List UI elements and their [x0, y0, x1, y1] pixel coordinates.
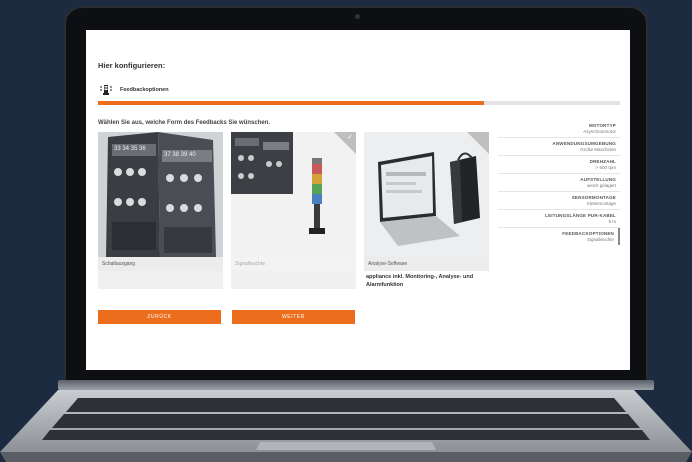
- step-label: Feedbackoptionen: [120, 87, 169, 93]
- relay-numbers-right: 37 38 39 40: [164, 152, 196, 158]
- configuration-summary: MOTORTYP Asynchronmotor ANWENDUNGSUMGEBU…: [498, 120, 620, 245]
- option-label: Schaltausgang: [98, 257, 223, 271]
- summary-value: > 600 rpm: [595, 165, 616, 170]
- summary-value: Signalleuchte: [586, 237, 614, 242]
- configurator-screen: Hier konfigurieren: Feedbackoptionen Wäh: [86, 30, 630, 370]
- progress-bar: [98, 101, 620, 105]
- summary-value: Große Maschinen: [580, 147, 616, 152]
- summary-item-drehzahl[interactable]: DREHZAHL > 600 rpm: [498, 156, 620, 174]
- summary-key: AUFSTELLUNG: [580, 177, 616, 182]
- option-cards: 33 34 35 36 37 38 39 40 Schaltausgang ✓ …: [98, 132, 489, 289]
- summary-item-aufstellung[interactable]: AUFSTELLUNG weich gelagert: [498, 174, 620, 192]
- check-icon: ✓: [347, 134, 353, 141]
- summary-key: SENSORMONTAGE: [571, 195, 616, 200]
- option-card-analyse-software[interactable]: Analyse-Software appliance inkl. Monitor…: [364, 132, 489, 289]
- summary-key: FEEDBACKOPTIONEN: [562, 231, 614, 236]
- summary-key: DREHZAHL: [589, 159, 616, 164]
- laptop-hinge: [58, 380, 654, 390]
- back-button[interactable]: ZURÜCK: [98, 310, 221, 324]
- summary-key: LEITUNGSLÄNGE PUR-KABEL: [545, 213, 616, 218]
- option-card-signalleuchte[interactable]: ✓ Signalleuchte: [231, 132, 356, 289]
- summary-item-leitungslaenge[interactable]: LEITUNGSLÄNGE PUR-KABEL 5 m: [498, 210, 620, 228]
- laptop-keyboard-base: [0, 390, 692, 462]
- laptop-appliance-image: [364, 132, 489, 257]
- summary-item-anwendungsumgebung[interactable]: ANWENDUNGSUMGEBUNG Große Maschinen: [498, 138, 620, 156]
- option-label: Signalleuchte: [231, 257, 356, 271]
- laptop-mockup: Hier konfigurieren: Feedbackoptionen Wäh: [0, 0, 692, 462]
- relay-numbers-left: 33 34 35 36: [114, 146, 146, 152]
- summary-key: ANWENDUNGSUMGEBUNG: [552, 141, 616, 146]
- signal-tower-image: ✓: [231, 132, 356, 257]
- summary-value: Asynchronmotor: [583, 129, 616, 134]
- summary-value: Klebemontage: [586, 201, 616, 206]
- summary-key: MOTORTYP: [588, 123, 616, 128]
- unselected-corner: [467, 132, 489, 154]
- page-title: Hier konfigurieren:: [98, 61, 166, 70]
- summary-value: 5 m: [608, 219, 616, 224]
- current-step: Feedbackoptionen: [98, 82, 169, 98]
- summary-item-sensormontage[interactable]: SENSORMONTAGE Klebemontage: [498, 192, 620, 210]
- summary-item-feedbackoptionen[interactable]: FEEDBACKOPTIONEN Signalleuchte: [498, 228, 620, 245]
- relay-image: 33 34 35 36 37 38 39 40: [98, 132, 223, 257]
- option-card-schaltausgang[interactable]: 33 34 35 36 37 38 39 40 Schaltausgang: [98, 132, 223, 289]
- option-description: appliance inkl. Monitoring-, Analyse- un…: [364, 271, 489, 289]
- camera-icon: [355, 14, 360, 19]
- option-label: Analyse-Software: [364, 257, 489, 271]
- progress-fill: [98, 101, 485, 105]
- signal-light-icon: [98, 82, 114, 98]
- summary-value: weich gelagert: [586, 183, 616, 188]
- next-button[interactable]: WEITER: [232, 310, 355, 324]
- question-text: Wählen Sie aus, welche Form des Feedback…: [98, 120, 271, 126]
- summary-item-motortyp[interactable]: MOTORTYP Asynchronmotor: [498, 120, 620, 138]
